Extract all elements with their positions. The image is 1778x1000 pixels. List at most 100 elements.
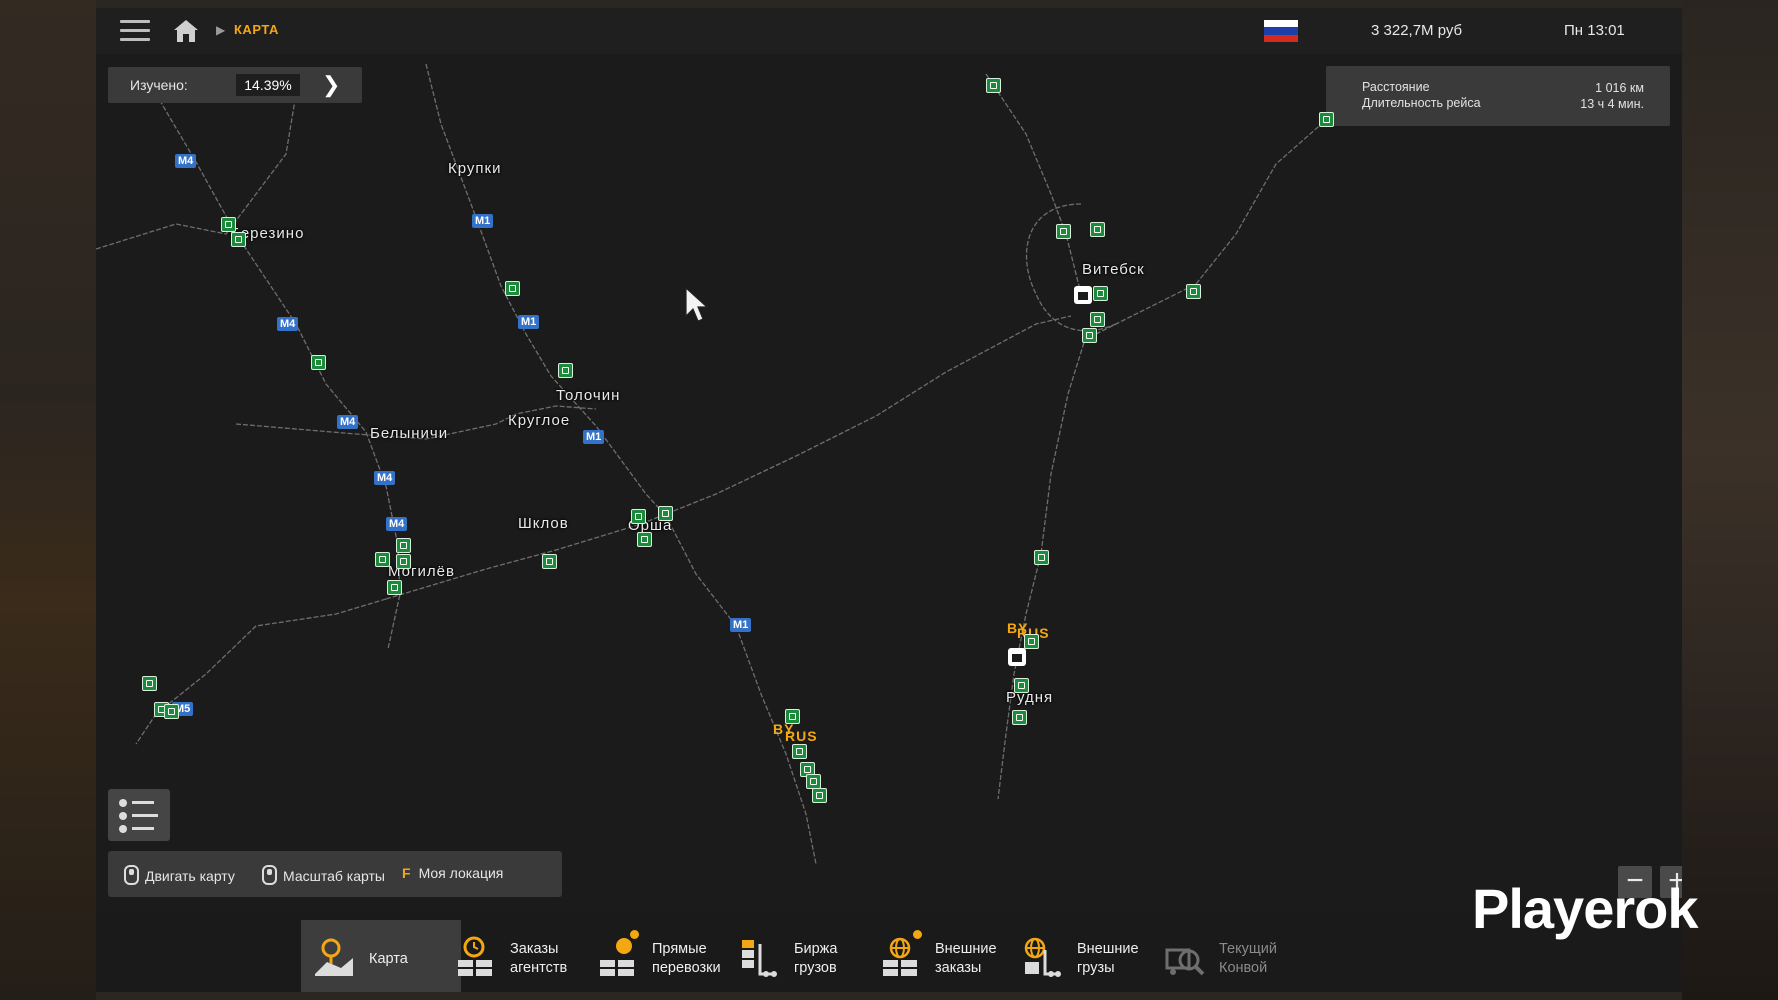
top-bar: ▶ КАРТА 3 322,7M руб Пн 13:01 (96, 8, 1682, 55)
chevron-right-icon: ▶ (216, 23, 226, 37)
poi-marker-icon[interactable] (812, 788, 827, 803)
poi-marker-icon[interactable] (142, 676, 157, 691)
tab-direct-transport[interactable]: Прямые перевозки (584, 920, 744, 992)
road-badge-m4: M4 (337, 415, 359, 429)
road-m4 (155, 93, 401, 650)
poi-marker-icon[interactable] (375, 552, 390, 567)
money-balance: 3 322,7M руб (1371, 22, 1463, 39)
poi-marker-icon[interactable] (637, 532, 652, 547)
poi-marker-icon[interactable] (806, 774, 821, 789)
poi-marker-icon[interactable] (658, 506, 673, 521)
border-label-rus: RUS (785, 728, 818, 744)
tab-external-cargo[interactable]: Внешние грузы (1009, 920, 1169, 992)
tab-map-label: Карта (369, 951, 408, 967)
poi-marker-icon[interactable] (1012, 710, 1027, 725)
poi-marker-icon[interactable] (1014, 678, 1029, 693)
poi-marker-icon[interactable] (1186, 284, 1201, 299)
poi-marker-icon[interactable] (1319, 112, 1334, 127)
hint-my-location[interactable]: F Моя локация (402, 865, 503, 881)
poi-marker-icon[interactable] (311, 355, 326, 370)
city-shklov[interactable]: Шклов (518, 515, 569, 532)
poi-marker-icon[interactable] (231, 232, 246, 247)
road-badge-m1: M1 (730, 618, 752, 632)
city-rudnya[interactable]: Рудня (1006, 689, 1053, 706)
garage-icon[interactable] (1008, 648, 1026, 666)
poi-marker-icon[interactable] (1082, 328, 1097, 343)
route-info-panel: Расстояние 1 016 км Длительность рейса 1… (1326, 66, 1670, 126)
poi-marker-icon[interactable] (164, 704, 179, 719)
city-tolochin[interactable]: Толочин (556, 387, 620, 404)
city-krupki[interactable]: Крупки (448, 160, 501, 177)
map-window: ▶ КАРТА 3 322,7M руб Пн 13:01 Изучено: 1… (96, 8, 1682, 992)
garage-icon[interactable] (1074, 286, 1092, 304)
map-icon (315, 938, 353, 976)
tab-freight-market[interactable]: Биржа грузов (726, 920, 886, 992)
hint-zoom-map: Масштаб карты (262, 865, 385, 885)
game-clock: Пн 13:01 (1564, 22, 1625, 39)
explored-value: 14.39% (236, 74, 300, 96)
poi-marker-icon[interactable] (986, 78, 1001, 93)
city-krugloe[interactable]: Круглое (508, 412, 570, 429)
notification-dot (630, 930, 639, 939)
poi-marker-icon[interactable] (1024, 634, 1039, 649)
convoy-icon (1165, 948, 1205, 976)
road-vitebsk-north (985, 73, 1082, 295)
road-badge-m4: M4 (386, 517, 408, 531)
poi-marker-icon[interactable] (1090, 312, 1105, 327)
city-belynichi[interactable]: Белыничи (370, 425, 448, 442)
agency-orders-icon (458, 936, 492, 976)
poi-marker-icon[interactable] (558, 363, 573, 378)
chevron-right-icon[interactable]: ❯ (322, 72, 340, 98)
road-network (96, 63, 1327, 865)
tab-agency-orders-label: Заказы агентств (510, 941, 568, 976)
home-icon[interactable] (172, 18, 200, 44)
freight-market-icon (742, 940, 777, 977)
explored-label: Изучено: (130, 77, 188, 93)
poi-marker-icon[interactable] (1034, 550, 1049, 565)
poi-marker-icon[interactable] (792, 744, 807, 759)
poi-marker-icon[interactable] (396, 538, 411, 553)
hint-zoom-map-label: Масштаб карты (283, 868, 385, 884)
road-badge-m4: M4 (374, 471, 396, 485)
tab-map[interactable]: Карта (301, 920, 461, 992)
hamburger-menu-icon[interactable] (120, 20, 150, 44)
tab-current-convoy[interactable]: Текущий Конвой (1151, 920, 1311, 992)
poi-marker-icon[interactable] (631, 509, 646, 524)
breadcrumb[interactable]: КАРТА (234, 22, 279, 37)
poi-marker-icon[interactable] (387, 580, 402, 595)
mouse-icon (124, 865, 139, 885)
poi-marker-icon[interactable] (1056, 224, 1071, 239)
hint-my-location-label: Моя локация (418, 865, 504, 881)
poi-marker-icon[interactable] (542, 554, 557, 569)
tab-agency-orders[interactable]: Заказы агентств (442, 920, 602, 992)
flag-stripe-white (1264, 20, 1298, 28)
hint-move-map: Двигать карту (124, 865, 235, 885)
poi-marker-icon[interactable] (785, 709, 800, 724)
cursor-icon (685, 286, 708, 322)
map-canvas[interactable]: Изучено: 14.39% ❯ Расстояние 1 016 км Дл… (96, 54, 1682, 912)
legend-icon (119, 799, 158, 833)
duration-value: 13 ч 4 мин. (1580, 97, 1644, 111)
poi-marker-icon[interactable] (1090, 222, 1105, 237)
road-vitebsk-rudnya (997, 335, 1087, 800)
map-legend-button[interactable] (108, 789, 170, 841)
distance-value: 1 016 км (1595, 81, 1644, 95)
road-badge-m4: M4 (175, 154, 197, 168)
tab-external-orders[interactable]: Внешние заказы (867, 920, 1027, 992)
distance-label: Расстояние (1362, 80, 1430, 94)
background-right (1682, 0, 1778, 1000)
poi-marker-icon[interactable] (1093, 286, 1108, 301)
poi-marker-icon[interactable] (221, 217, 236, 232)
road-badge-m1: M1 (472, 214, 494, 228)
tab-direct-transport-label: Прямые перевозки (652, 941, 721, 976)
controls-hint-bar: Двигать карту Масштаб карты F Моя локация (108, 851, 562, 897)
road-mogilev-orsha (385, 315, 1072, 600)
poi-marker-icon[interactable] (396, 554, 411, 569)
external-cargo-icon (1024, 937, 1061, 977)
explored-panel: Изучено: 14.39% ❯ (108, 67, 362, 103)
tab-external-cargo-label: Внешние грузы (1077, 941, 1139, 976)
city-vitebsk[interactable]: Витебск (1082, 261, 1145, 278)
tab-current-convoy-label: Текущий Конвой (1219, 941, 1277, 976)
tab-freight-market-label: Биржа грузов (794, 941, 838, 976)
poi-marker-icon[interactable] (505, 281, 520, 296)
